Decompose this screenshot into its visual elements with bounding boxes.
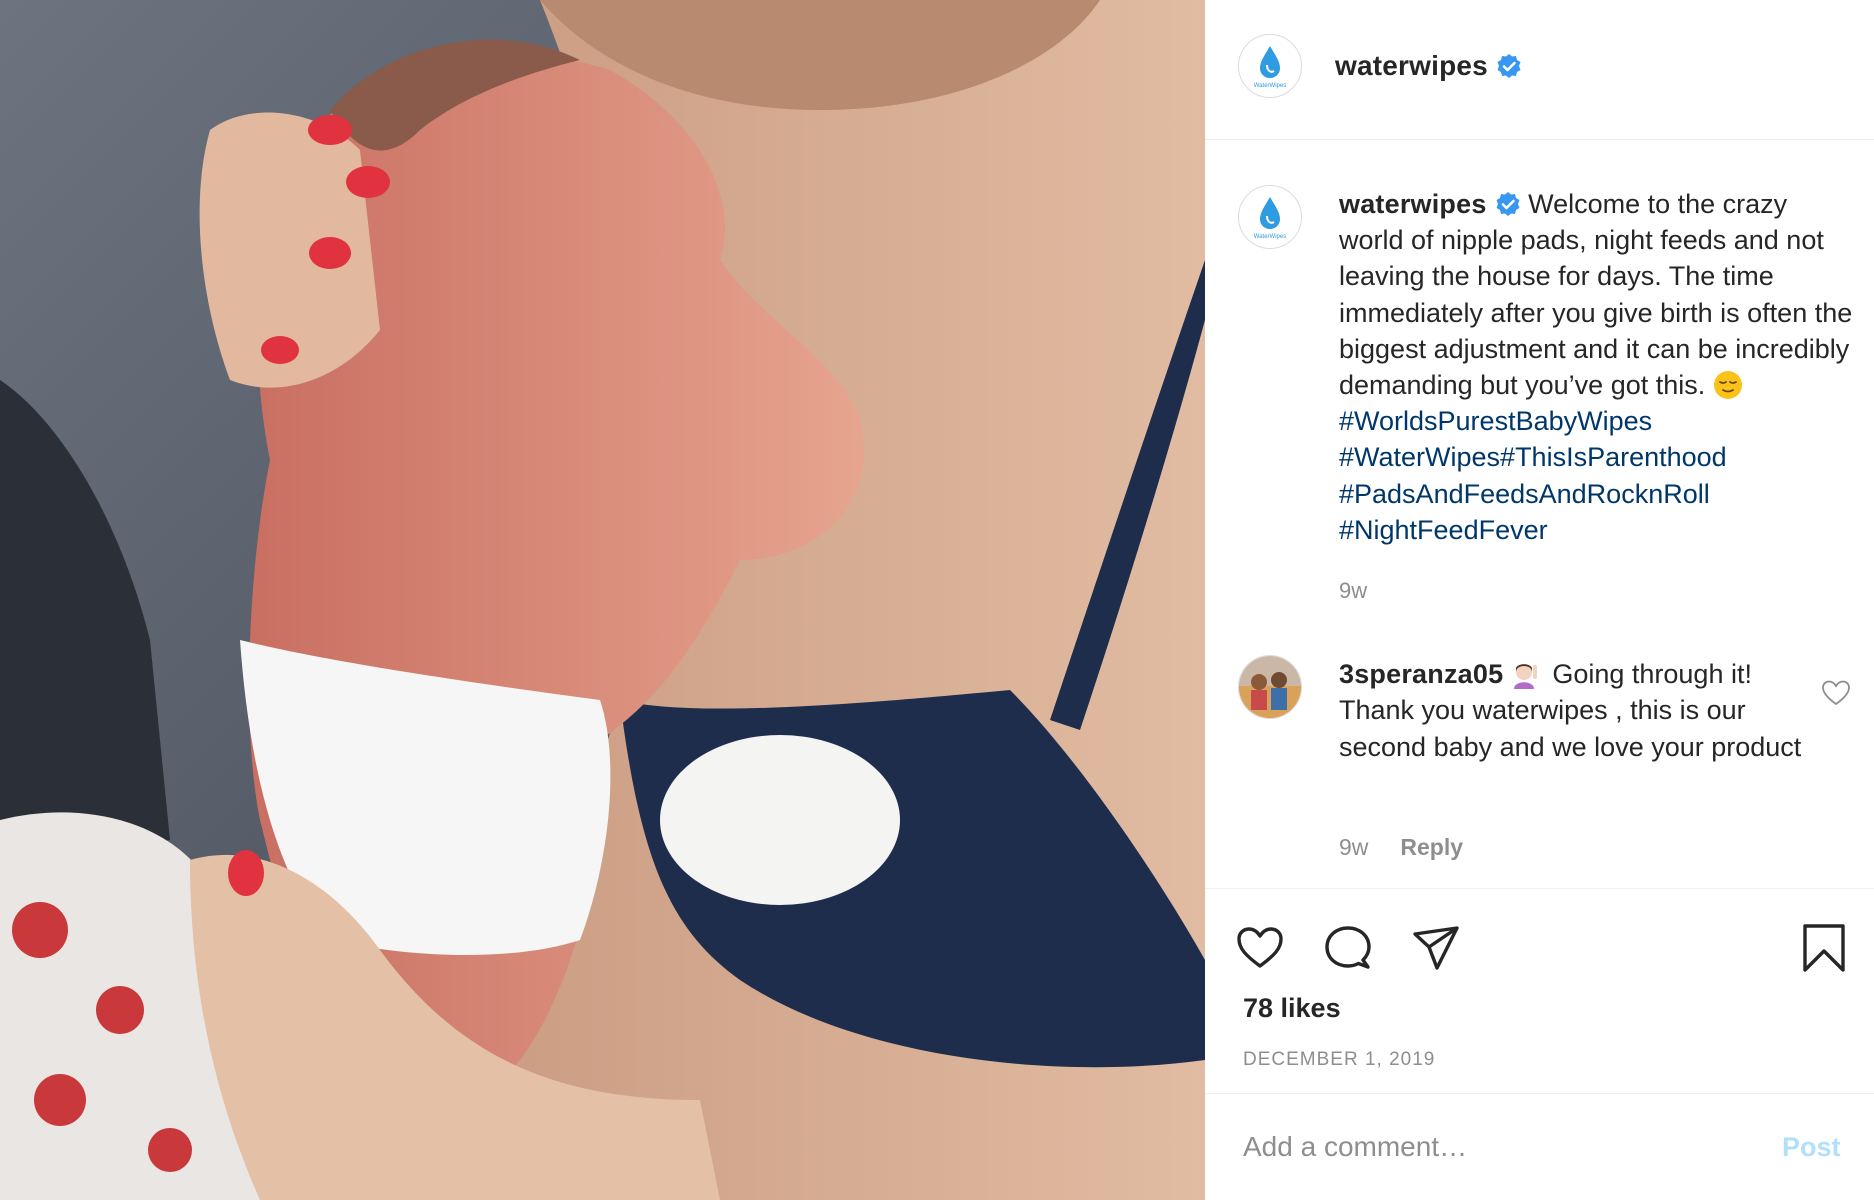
comment-timestamp[interactable]: 9w [1339,834,1368,860]
commenter-photo [1239,656,1301,718]
commenter-avatar[interactable] [1238,655,1302,719]
caption-text: waterwipes Welcome to the crazy world of… [1339,186,1859,548]
hashtag-link[interactable]: #WorldsPurestBabyWipes [1339,406,1652,436]
caption-timestamp[interactable]: 9w [1339,578,1367,604]
post-photo[interactable] [0,0,1205,1200]
heart-icon[interactable] [1235,923,1285,973]
likes-count[interactable]: 78 likes [1243,993,1341,1024]
commenter-username[interactable]: 3speranza05 [1339,659,1503,689]
waterwipes-logo-icon: WaterWipes [1239,35,1301,97]
waterwipes-logo-icon: WaterWipes [1239,186,1301,248]
paper-plane-icon[interactable] [1411,923,1461,973]
comment-icon[interactable] [1323,923,1373,973]
hashtag-link[interactable]: #NightFeedFever [1339,515,1548,545]
author-name-row: waterwipes [1335,50,1522,82]
caption-body: Welcome to the crazy world of nipple pad… [1339,189,1853,401]
verified-badge-icon [1495,191,1521,217]
logo-wordmark: WaterWipes [1254,234,1286,240]
comment-text: 3speranza05 Going through it! Thank you … [1339,656,1809,765]
woman-raising-hand-emoji-icon [1511,659,1541,689]
bookmark-icon[interactable] [1799,923,1849,973]
comment-like-heart-icon[interactable] [1821,678,1851,708]
post-side-panel: WaterWipes waterwipes WaterWipes waterwi… [1205,0,1874,1200]
post-actions: 78 likes DECEMBER 1, 2019 [1205,888,1874,1094]
hashtag-link[interactable]: #ThisIsParenthood [1500,442,1727,472]
comment-meta: 9w Reply [1339,834,1463,861]
post-comment-button[interactable]: Post [1782,1132,1841,1163]
hashtag-link[interactable]: #PadsAndFeedsAndRocknRoll [1339,479,1710,509]
logo-wordmark: WaterWipes [1254,83,1286,89]
post-photo-image [0,0,1205,1200]
author-avatar[interactable]: WaterWipes [1238,34,1302,98]
reply-button[interactable]: Reply [1400,834,1463,860]
caption-avatar[interactable]: WaterWipes [1238,185,1302,249]
author-username[interactable]: waterwipes [1335,50,1488,81]
caption-username[interactable]: waterwipes [1339,189,1487,219]
post-header: WaterWipes waterwipes [1205,0,1874,140]
comment-input[interactable] [1243,1124,1723,1170]
relieved-face-emoji-icon [1713,370,1743,400]
add-comment-bar: Post [1205,1094,1874,1200]
hashtag-link[interactable]: #WaterWipes [1339,442,1500,472]
post-date[interactable]: DECEMBER 1, 2019 [1243,1049,1435,1071]
verified-badge-icon [1496,53,1522,79]
